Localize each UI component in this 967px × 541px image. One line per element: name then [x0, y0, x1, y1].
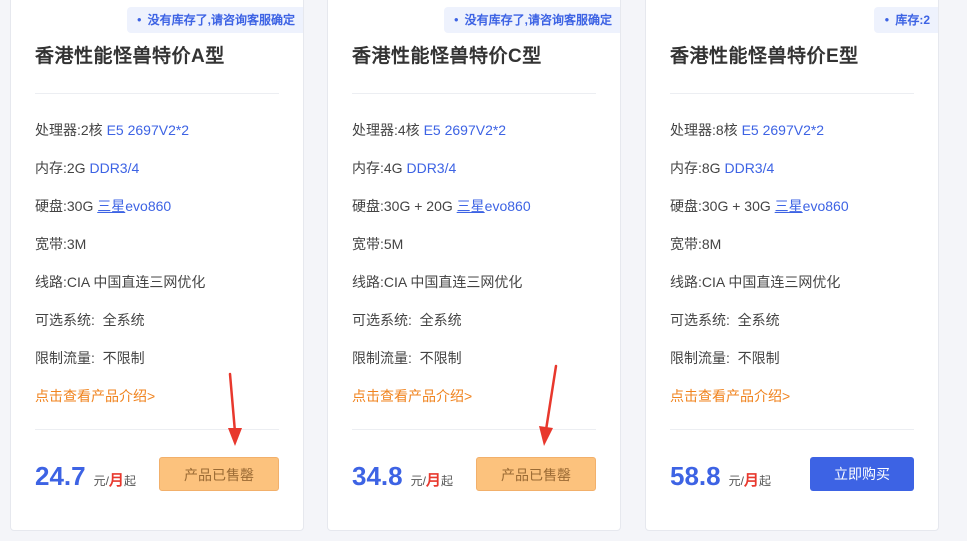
product-card-e: ● 库存:2 香港性能怪兽特价E型 处理器:8核 E5 2697V2*2 内存:8…	[645, 0, 939, 531]
spec-line: 线路:CIA 中国直连三网优化	[35, 274, 206, 290]
divider	[352, 429, 596, 430]
spec-ram: 内存:8G DDR3/4	[670, 160, 775, 176]
price-unit: 元/月起	[410, 472, 453, 489]
spec-line: 线路:CIA 中国直连三网优化	[670, 274, 841, 290]
spec-cpu: 处理器:8核 E5 2697V2*2	[670, 122, 825, 138]
red-arrow-annotation-icon	[228, 372, 242, 446]
divider	[670, 93, 914, 94]
spec-traffic: 限制流量: 不限制	[35, 350, 145, 366]
stock-note-text: 没有库存了,请咨询客服确定	[464, 13, 612, 27]
spec-cpu: 处理器:4核 E5 2697V2*2	[352, 122, 507, 138]
spec-disk: 硬盘:30G + 30G 三星evo860	[670, 198, 849, 214]
spec-traffic: 限制流量: 不限制	[352, 350, 462, 366]
stock-status-badge: ● 没有库存了,请咨询客服确定	[443, 7, 620, 33]
price-unit: 元/月起	[93, 472, 136, 489]
buy-now-button[interactable]: 立即购买	[810, 457, 914, 491]
product-title: 香港性能怪兽特价C型	[352, 46, 542, 67]
divider	[670, 429, 914, 430]
stock-count-badge: ● 库存:2	[874, 7, 938, 33]
product-card-a: ● 没有库存了,请咨询客服确定 香港性能怪兽特价A型 处理器:2核 E5 2697…	[10, 0, 304, 531]
product-title: 香港性能怪兽特价E型	[670, 46, 859, 67]
spec-disk: 硬盘:30G 三星evo860	[35, 198, 172, 214]
product-intro-link[interactable]: 点击查看产品介绍>	[35, 386, 155, 406]
stock-note-text: 没有库存了,请咨询客服确定	[147, 13, 295, 27]
stock-status-badge: ● 没有库存了,请咨询客服确定	[126, 7, 303, 33]
spec-line: 线路:CIA 中国直连三网优化	[352, 274, 523, 290]
spec-bandwidth: 宽带:5M	[352, 236, 404, 252]
spec-os: 可选系统: 全系统	[670, 312, 780, 328]
price-unit: 元/月起	[728, 472, 771, 489]
price-value: 34.8	[352, 461, 403, 491]
price-value: 24.7	[35, 461, 86, 491]
spec-os: 可选系统: 全系统	[352, 312, 462, 328]
spec-bandwidth: 宽带:3M	[35, 236, 87, 252]
product-intro-link[interactable]: 点击查看产品介绍>	[352, 386, 472, 406]
bullet-icon: ●	[453, 15, 459, 24]
spec-disk: 硬盘:30G + 20G 三星evo860	[352, 198, 531, 214]
price: 58.8 元/月起	[670, 461, 771, 492]
product-title: 香港性能怪兽特价A型	[35, 46, 225, 67]
spec-traffic: 限制流量: 不限制	[670, 350, 780, 366]
price: 24.7 元/月起	[35, 461, 136, 492]
bullet-icon: ●	[136, 15, 142, 24]
spec-bandwidth: 宽带:8M	[670, 236, 722, 252]
price-value: 58.8	[670, 461, 721, 491]
spec-ram: 内存:2G DDR3/4	[35, 160, 140, 176]
spec-cpu: 处理器:2核 E5 2697V2*2	[35, 122, 190, 138]
price: 34.8 元/月起	[352, 461, 453, 492]
sold-out-button[interactable]: 产品已售罄	[159, 457, 279, 491]
spec-os: 可选系统: 全系统	[35, 312, 145, 328]
sold-out-button[interactable]: 产品已售罄	[476, 457, 596, 491]
stock-note-text: 库存:2	[895, 13, 930, 27]
bullet-icon: ●	[884, 15, 890, 24]
divider	[35, 93, 279, 94]
product-card-c: ● 没有库存了,请咨询客服确定 香港性能怪兽特价C型 处理器:4核 E5 2697…	[327, 0, 621, 531]
spec-ram: 内存:4G DDR3/4	[352, 160, 457, 176]
divider	[352, 93, 596, 94]
red-arrow-annotation-icon	[539, 364, 558, 446]
product-intro-link[interactable]: 点击查看产品介绍>	[670, 386, 790, 406]
